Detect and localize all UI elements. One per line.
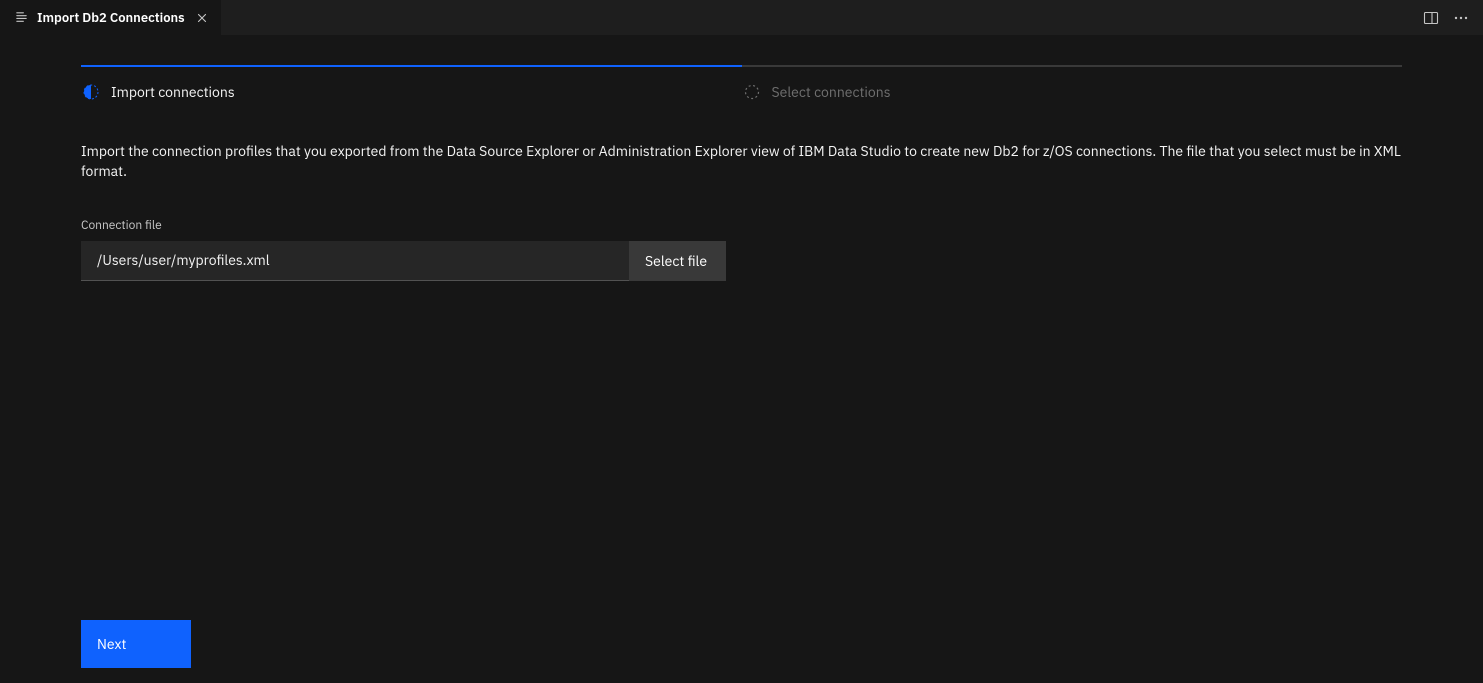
panel-split-icon[interactable] — [1423, 10, 1439, 26]
connection-file-input[interactable] — [81, 241, 629, 281]
wizard-steps: Import connections Select connections — [81, 65, 1402, 109]
step-import-connections[interactable]: Import connections — [81, 65, 742, 109]
more-icon[interactable] — [1453, 10, 1469, 26]
wizard-description: Import the connection profiles that you … — [81, 141, 1401, 182]
tab-title: Import Db2 Connections — [37, 9, 185, 26]
step-label: Import connections — [111, 83, 235, 101]
step-incomplete-icon — [83, 84, 99, 100]
step-select-connections: Select connections — [742, 65, 1403, 109]
connection-file-section: Connection file Select file — [81, 218, 1402, 281]
main-content: Import connections Select connections Im… — [0, 35, 1483, 683]
title-bar-actions — [1423, 10, 1475, 26]
connection-file-label: Connection file — [81, 218, 1402, 233]
step-label: Select connections — [772, 83, 891, 101]
select-file-button[interactable]: Select file — [629, 241, 726, 281]
wizard-footer: Next — [81, 620, 191, 668]
document-icon — [14, 10, 29, 25]
step-pending-icon — [744, 84, 760, 100]
file-input-row: Select file — [81, 241, 726, 281]
next-button[interactable]: Next — [81, 620, 191, 668]
close-icon[interactable] — [193, 9, 211, 27]
editor-tab[interactable]: Import Db2 Connections — [0, 0, 221, 35]
title-bar: Import Db2 Connections — [0, 0, 1483, 35]
